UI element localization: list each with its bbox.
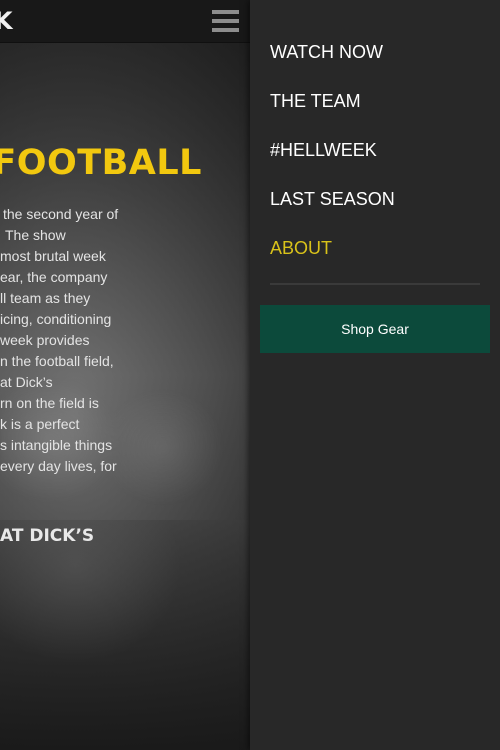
hamburger-bar [212, 10, 239, 14]
background-page: K FOOTBALL the second year of The show m… [0, 0, 250, 750]
cta-link[interactable]: AT DICK’S [0, 526, 94, 546]
logo[interactable]: K [0, 7, 13, 35]
body-line: icing, conditioning [0, 311, 112, 327]
hamburger-bar [212, 28, 239, 32]
body-line: k is a perfect [0, 416, 80, 432]
background-photo-field [0, 520, 250, 750]
menu-item-about[interactable]: ABOUT [270, 238, 332, 259]
body-line: ear, the company [0, 269, 108, 285]
page-headline: FOOTBALL [0, 143, 202, 183]
body-line: rn on the field is [0, 395, 99, 411]
nav-drawer: WATCH NOW THE TEAM #HELLWEEK LAST SEASON… [250, 0, 500, 750]
body-line: most brutal week [0, 248, 106, 264]
hamburger-bar [212, 19, 239, 23]
hamburger-menu-icon[interactable] [212, 10, 239, 32]
body-line: at Dick’s [0, 374, 53, 390]
menu-item-the-team[interactable]: THE TEAM [270, 91, 361, 112]
body-line: ll team as they [0, 290, 91, 306]
body-line: n the football field, [0, 353, 114, 369]
body-text: the second year of The show most brutal … [0, 204, 250, 477]
body-line: week provides [0, 332, 90, 348]
menu-item-hellweek[interactable]: #HELLWEEK [270, 140, 377, 161]
menu-item-watch-now[interactable]: WATCH NOW [270, 42, 383, 63]
top-bar: K [0, 0, 250, 43]
body-line: the second year of [3, 206, 119, 222]
body-line: every day lives, for [0, 458, 117, 474]
shop-gear-button[interactable]: Shop Gear [260, 305, 490, 353]
body-line: The show [5, 227, 66, 243]
body-line: s intangible things [0, 437, 113, 453]
menu-divider [270, 283, 480, 285]
menu-item-last-season[interactable]: LAST SEASON [270, 189, 395, 210]
